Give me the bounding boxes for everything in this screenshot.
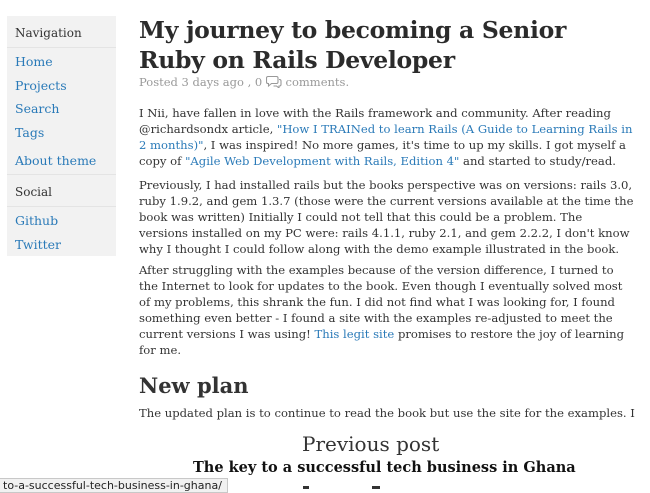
sidebar-item-about-theme[interactable]: About theme <box>15 153 96 168</box>
post-meta: Posted 3 days ago , 0 comments. <box>139 75 350 90</box>
paragraph-4: The updated plan is to continue to read … <box>139 406 635 420</box>
sidebar-item-tags[interactable]: Tags <box>15 125 44 140</box>
sidebar-item-github[interactable]: Github <box>15 213 58 228</box>
divider <box>7 174 116 175</box>
sidebar-item-twitter[interactable]: Twitter <box>15 237 61 252</box>
previous-post-heading: Previous post <box>302 432 440 456</box>
text-fragment <box>303 486 309 489</box>
post-title: My journey to becoming a Senior Ruby on … <box>139 16 567 74</box>
sidebar-item-search[interactable]: Search <box>15 101 59 116</box>
agile-web-development-link[interactable]: "Agile Web Development with Rails, Editi… <box>185 154 459 168</box>
legit-site-link[interactable]: This legit site <box>315 327 395 341</box>
comment-bubble-icon <box>265 75 282 90</box>
text-fragment <box>372 486 380 489</box>
text: and started to study/read. <box>459 154 616 168</box>
status-bar-url: to-a-successful-tech-business-in-ghana/ <box>0 478 228 493</box>
paragraph-2: Previously, I had installed rails but th… <box>139 178 634 256</box>
previous-post-link[interactable]: The key to a successful tech business in… <box>193 459 576 476</box>
sidebar-item-projects[interactable]: Projects <box>15 78 67 93</box>
comments-label: comments. <box>285 75 350 89</box>
divider <box>7 47 116 48</box>
paragraph-1: I Nii, have fallen in love with the Rail… <box>139 105 634 169</box>
posted-date: Posted 3 days ago , 0 <box>139 75 263 89</box>
sidebar-item-home[interactable]: Home <box>15 54 53 69</box>
social-heading: Social <box>15 185 52 199</box>
navigation-heading: Navigation <box>15 26 82 40</box>
paragraph-3: After struggling with the examples becau… <box>139 262 634 358</box>
sidebar: Navigation Home Projects Search Tags Abo… <box>7 16 116 256</box>
divider <box>7 206 116 207</box>
section-heading-new-plan: New plan <box>139 373 249 398</box>
